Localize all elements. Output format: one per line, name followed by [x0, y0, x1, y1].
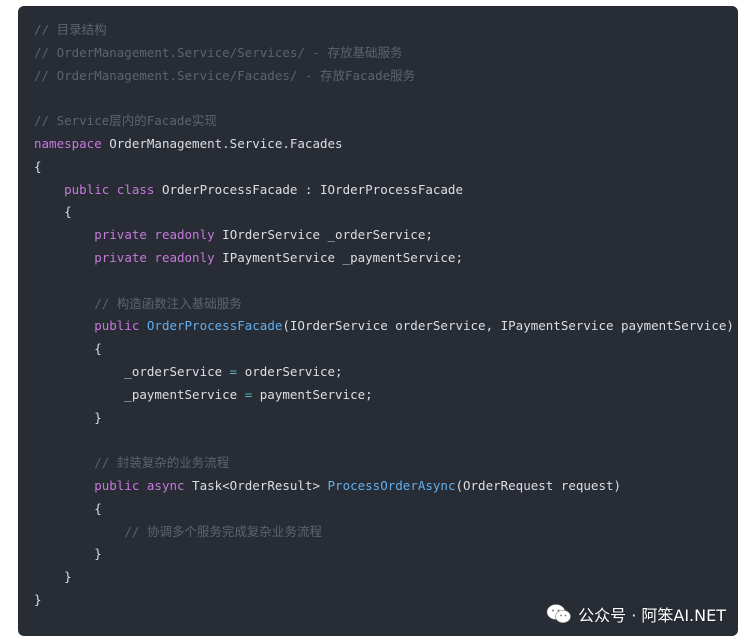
code-token: // 构造函数注入基础服务	[94, 295, 242, 311]
code-line: // 封装复杂的业务流程	[34, 452, 738, 475]
code-line: // Service层内的Facade实现	[34, 110, 738, 133]
code-token: // 封装复杂的业务流程	[94, 455, 230, 471]
code-line: }	[34, 407, 738, 430]
code-token: public async	[94, 477, 185, 493]
code-line: }	[34, 543, 738, 566]
code-line: }	[34, 566, 738, 589]
code-line: private readonly IPaymentService _paymen…	[34, 247, 738, 270]
code-token: (IOrderService orderService, IPaymentSer…	[282, 318, 734, 334]
code-line: // OrderManagement.Service/Services/ - 存…	[34, 42, 738, 65]
code-token: orderService;	[237, 363, 343, 379]
code-line: private readonly IOrderService _orderSer…	[34, 224, 738, 247]
code-token: OrderProcessFacade	[146, 318, 283, 334]
code-token: }	[34, 546, 102, 562]
code-line: namespace OrderManagement.Service.Facade…	[34, 133, 738, 156]
code-line: {	[34, 498, 738, 521]
code-token: OrderManagement.Service.Facades	[101, 135, 343, 151]
code-token: _paymentService	[34, 386, 245, 402]
code-token: public	[94, 318, 140, 334]
wechat-icon	[546, 604, 571, 623]
code-token: _orderService	[34, 363, 230, 379]
code-token: public class	[64, 181, 155, 197]
code-line: // 协调多个服务完成复杂业务流程	[34, 521, 738, 544]
code-token: IPaymentService _paymentService;	[214, 249, 463, 265]
watermark: 公众号 · 阿笨AI.NET	[546, 602, 726, 626]
code-line: {	[34, 201, 738, 224]
code-token: }	[34, 569, 72, 585]
code-token: // OrderManagement.Service/Services/ - 存…	[34, 44, 403, 60]
code-token: paymentService;	[252, 386, 373, 402]
code-token: {	[34, 204, 72, 220]
code-token: namespace	[34, 135, 102, 151]
code-token: // 协调多个服务完成复杂业务流程	[124, 523, 322, 539]
code-line: // 目录结构	[34, 19, 738, 42]
code-token: (OrderRequest request)	[455, 477, 622, 493]
code-line: // 构造函数注入基础服务	[34, 293, 738, 316]
code-block: // 目录结构 // OrderManagement.Service/Servic…	[18, 6, 738, 636]
code-token: {	[34, 341, 102, 357]
code-token: // Service层内的Facade实现	[34, 113, 217, 129]
code-token: {	[34, 500, 102, 516]
code-token: private readonly	[94, 249, 215, 265]
code-token: IOrderService _orderService;	[214, 227, 433, 243]
code-token: ProcessOrderAsync	[327, 477, 456, 493]
code-token: }	[34, 409, 102, 425]
code-line: // OrderManagement.Service/Facades/ - 存放…	[34, 65, 738, 88]
code-token: Task<OrderResult>	[184, 477, 328, 493]
code-line: public OrderProcessFacade(IOrderService …	[34, 315, 738, 338]
code-token: private readonly	[94, 227, 215, 243]
code-line: _paymentService = paymentService;	[34, 384, 738, 407]
watermark-text: 公众号 · 阿笨AI.NET	[578, 606, 726, 625]
code-token: // OrderManagement.Service/Facades/ - 存放…	[34, 67, 416, 83]
code-token: // 目录结构	[34, 22, 107, 37]
code-line: public async Task<OrderResult> ProcessOr…	[34, 475, 738, 498]
code-line: public class OrderProcessFacade : IOrder…	[34, 179, 738, 202]
code-line: _orderService = orderService;	[34, 361, 738, 384]
code-token: {	[34, 158, 42, 174]
code-token: OrderProcessFacade : IOrderProcessFacade	[154, 181, 463, 197]
code-token: }	[34, 591, 42, 607]
code-line: {	[34, 156, 738, 179]
code-line: {	[34, 338, 738, 361]
